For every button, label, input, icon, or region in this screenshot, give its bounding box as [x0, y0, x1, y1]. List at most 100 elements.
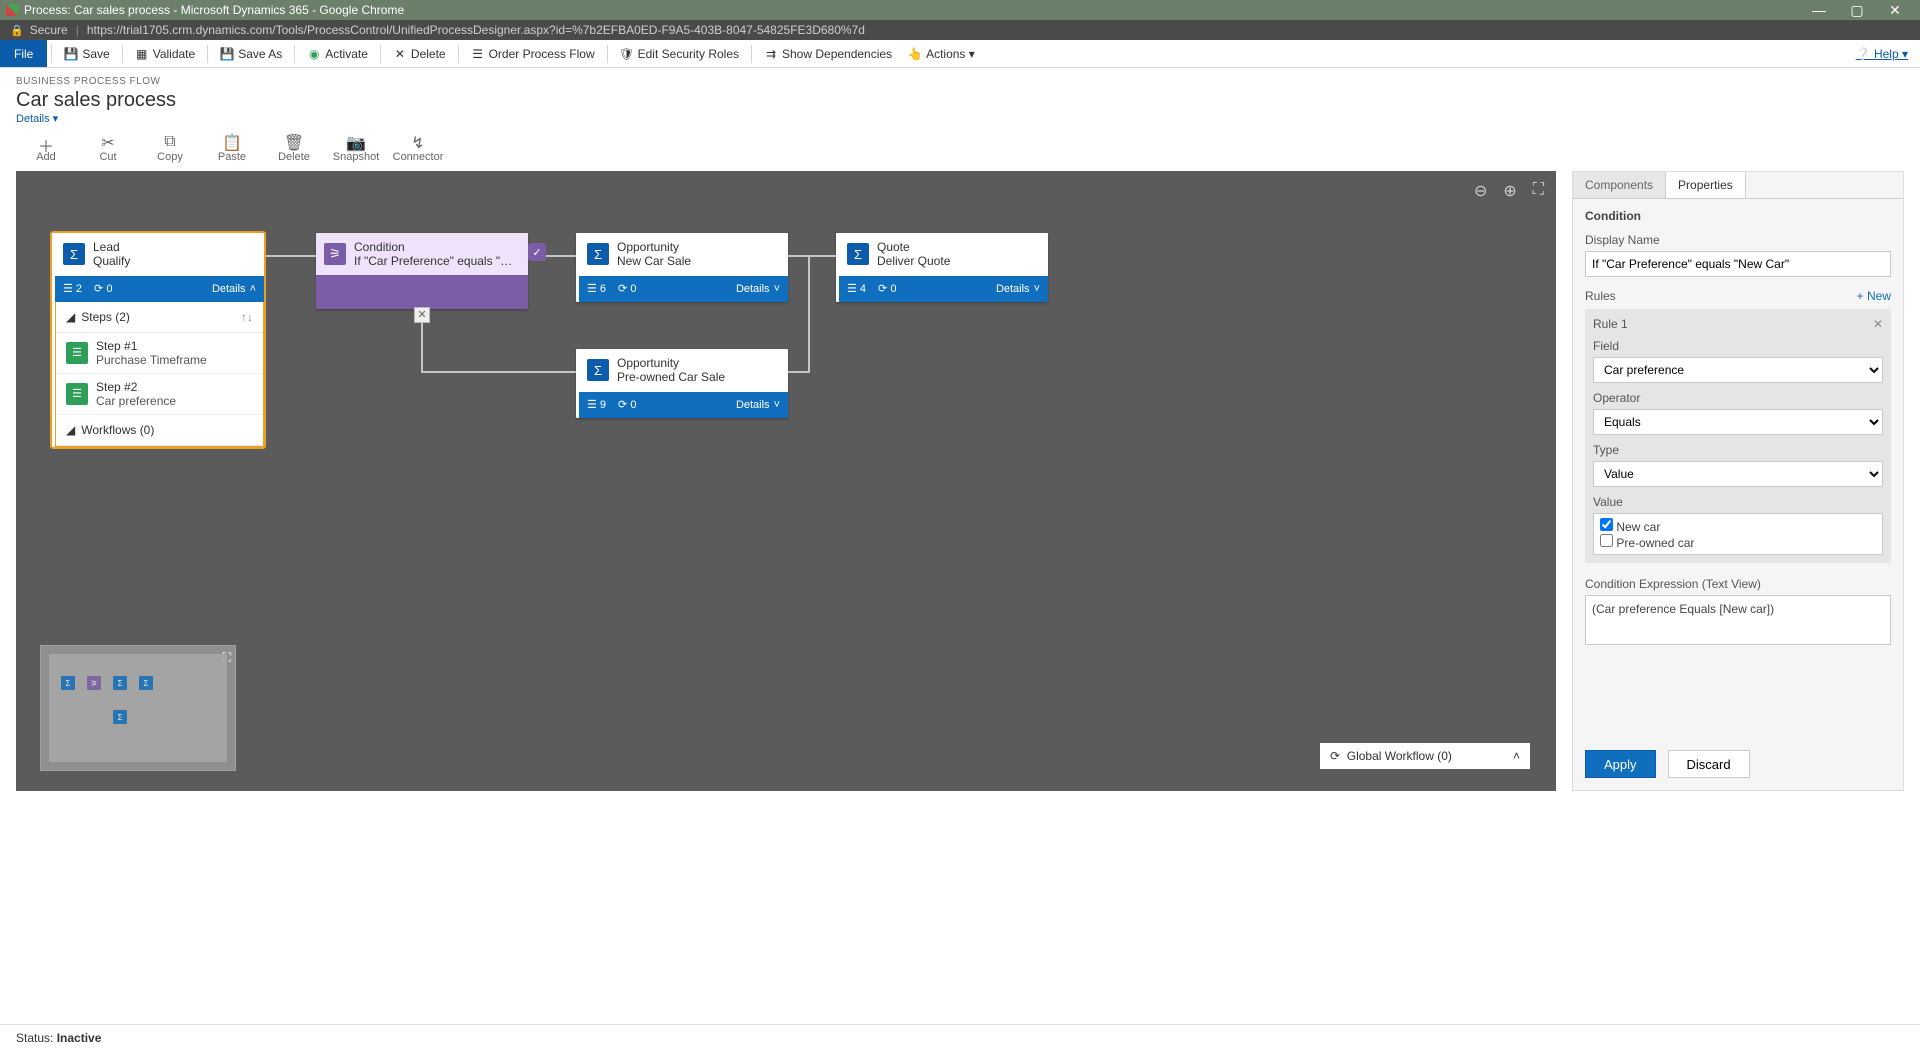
chevron-down-icon: ˅ [1034, 283, 1040, 295]
connector-line [421, 371, 576, 373]
reorder-arrows[interactable]: ↑↓ [241, 310, 253, 324]
stage-details-toggle[interactable]: Details ˅ [736, 283, 780, 295]
connector-icon: ↯ [411, 133, 424, 151]
workflow-icon: ⟳ [1330, 749, 1340, 763]
stage-name-label: Qualify [93, 254, 130, 268]
file-menu[interactable]: File [0, 40, 47, 67]
connector-line [421, 321, 423, 371]
timer-icon: ⟳ 0 [618, 282, 636, 295]
zoom-in-button[interactable]: ⊕ [1503, 181, 1516, 201]
expression-label: Condition Expression (Text View) [1585, 577, 1891, 591]
steps-count-icon: ☰ 6 [587, 282, 606, 295]
activate-button[interactable]: ◉Activate [299, 40, 376, 67]
close-window-button[interactable]: ✕ [1876, 1, 1914, 19]
help-link[interactable]: ❔ Help ▾ [1856, 47, 1908, 61]
tab-properties[interactable]: Properties [1666, 172, 1746, 198]
condition-true-badge: ✓ [528, 243, 546, 261]
timer-icon: ⟳ 0 [618, 398, 636, 411]
connector-action[interactable]: ↯Connector [396, 133, 440, 163]
stage-opportunity-new[interactable]: Σ OpportunityNew Car Sale ☰ 6⟳ 0 Details… [576, 233, 788, 302]
stage-name-label: Pre-owned Car Sale [617, 370, 725, 384]
global-workflow-bar[interactable]: ⟳ Global Workflow (0) ˄ [1320, 743, 1530, 769]
rule-close-icon[interactable]: ✕ [1873, 317, 1883, 331]
mini-node: Σ [61, 676, 75, 690]
rules-label: Rules [1585, 289, 1616, 303]
fit-screen-button[interactable]: ⛶ [1533, 181, 1544, 201]
delete-action[interactable]: 🗑Delete [272, 133, 316, 163]
discard-button[interactable]: Discard [1668, 750, 1750, 778]
edit-security-button[interactable]: 🛡Edit Security Roles [612, 40, 747, 67]
field-select[interactable]: Car preference [1593, 357, 1883, 383]
connector-line [808, 255, 810, 373]
save-button[interactable]: 💾Save [56, 40, 117, 67]
chevron-up-icon: ˄ [250, 283, 256, 295]
apply-button[interactable]: Apply [1585, 750, 1656, 778]
value-option-preowned[interactable] [1600, 534, 1613, 547]
stage-details-toggle[interactable]: Details ˅ [736, 399, 780, 411]
condition-delete-handle[interactable]: ✕ [414, 307, 430, 323]
order-flow-button[interactable]: ☰Order Process Flow [463, 40, 603, 67]
camera-icon: 📷 [346, 133, 366, 151]
step-icon: ☰ [66, 383, 88, 405]
paste-action[interactable]: 📋Paste [210, 133, 254, 163]
save-as-icon: 💾 [220, 47, 234, 61]
mini-node: Σ [113, 710, 127, 724]
designer-toolbar: ＋Add ✂Cut ⧉Copy 📋Paste 🗑Delete 📷Snapshot… [0, 129, 1920, 171]
details-toggle[interactable]: Details ▾ [16, 112, 1904, 125]
plus-icon: ＋ [38, 133, 54, 151]
step-item[interactable]: ☰ Step #1Purchase Timeframe [56, 333, 263, 374]
status-value: Inactive [57, 1031, 102, 1045]
workflows-section-header[interactable]: ◢Workflows (0) [56, 415, 263, 446]
zoom-out-button[interactable]: ⊖ [1474, 181, 1487, 201]
caret-icon: ◢ [66, 310, 75, 324]
add-action[interactable]: ＋Add [24, 133, 68, 163]
stage-quote[interactable]: Σ QuoteDeliver Quote ☰ 4⟳ 0 Details ˅ [836, 233, 1048, 302]
order-icon: ☰ [471, 47, 485, 61]
rule-block: Rule 1 ✕ Field Car preference Operator E… [1585, 309, 1891, 563]
stage-details-toggle[interactable]: Details ˅ [996, 283, 1040, 295]
page-title: Car sales process [16, 89, 1904, 112]
shield-icon: 🛡 [620, 47, 634, 61]
validate-button[interactable]: ▦Validate [127, 40, 203, 67]
new-rule-link[interactable]: + New [1857, 289, 1891, 303]
stage-entity-label: Opportunity [617, 356, 725, 370]
type-label: Type [1593, 443, 1883, 457]
operator-select[interactable]: Equals [1593, 409, 1883, 435]
actions-menu[interactable]: 👆Actions ▾ [900, 40, 983, 67]
operator-label: Operator [1593, 391, 1883, 405]
minimap[interactable]: ⛶ Σ ⚞ Σ Σ Σ [40, 645, 236, 771]
condition-node[interactable]: ⚞ ConditionIf "Car Preference" equals "N… [316, 233, 528, 309]
field-label: Field [1593, 339, 1883, 353]
snapshot-action[interactable]: 📷Snapshot [334, 133, 378, 163]
connector-line [788, 371, 808, 373]
cut-action[interactable]: ✂Cut [86, 133, 130, 163]
status-bar: Status: Inactive [0, 1024, 1920, 1050]
value-option-newcar[interactable] [1600, 518, 1613, 531]
copy-icon: ⧉ [164, 133, 175, 151]
stage-expand-panel: ◢Steps (2)↑↓ ☰ Step #1Purchase Timeframe… [55, 302, 264, 447]
show-dependencies-button[interactable]: ⇉Show Dependencies [756, 40, 900, 67]
url-text: https://trial1705.crm.dynamics.com/Tools… [87, 23, 865, 37]
caret-icon: ◢ [66, 423, 75, 437]
steps-section-header[interactable]: ◢Steps (2)↑↓ [56, 302, 263, 333]
designer-canvas[interactable]: ⊖ ⊕ ⛶ Σ LeadQualify ☰ 2⟳ 0 Details ˄ ◢St… [16, 171, 1556, 791]
step-item[interactable]: ☰ Step #2Car preference [56, 374, 263, 415]
copy-action[interactable]: ⧉Copy [148, 133, 192, 163]
secure-label: Secure [30, 23, 68, 37]
display-name-input[interactable] [1585, 251, 1891, 277]
stage-lead[interactable]: Σ LeadQualify ☰ 2⟳ 0 Details ˄ ◢Steps (2… [52, 233, 264, 447]
tab-components[interactable]: Components [1573, 172, 1666, 198]
maximize-button[interactable]: ▢ [1838, 1, 1876, 19]
minimize-button[interactable]: — [1800, 1, 1838, 19]
stage-details-toggle[interactable]: Details ˄ [212, 283, 256, 295]
step-name-label: Car preference [96, 394, 176, 408]
stage-opportunity-preowned[interactable]: Σ OpportunityPre-owned Car Sale ☰ 9⟳ 0 D… [576, 349, 788, 418]
mini-node: ⚞ [87, 676, 101, 690]
delete-x-icon: ✕ [393, 47, 407, 61]
delete-button[interactable]: ✕Delete [385, 40, 454, 67]
type-select[interactable]: Value [1593, 461, 1883, 487]
properties-panel: Components Properties Condition Display … [1572, 171, 1904, 791]
step-name-label: Purchase Timeframe [96, 353, 207, 367]
step-number-label: Step #1 [96, 339, 207, 353]
save-as-button[interactable]: 💾Save As [212, 40, 290, 67]
